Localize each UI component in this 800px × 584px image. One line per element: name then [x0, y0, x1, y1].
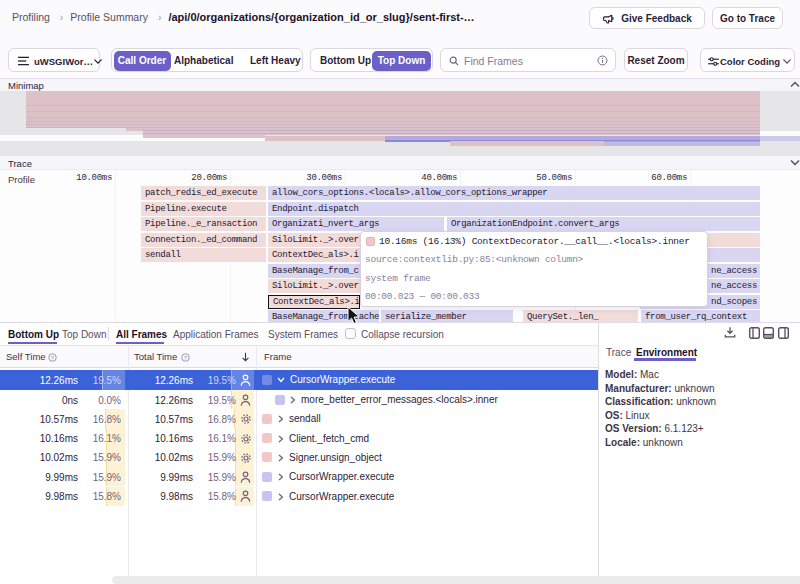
svg-text:?: ? [51, 354, 55, 360]
svg-text:?: ? [184, 354, 188, 360]
